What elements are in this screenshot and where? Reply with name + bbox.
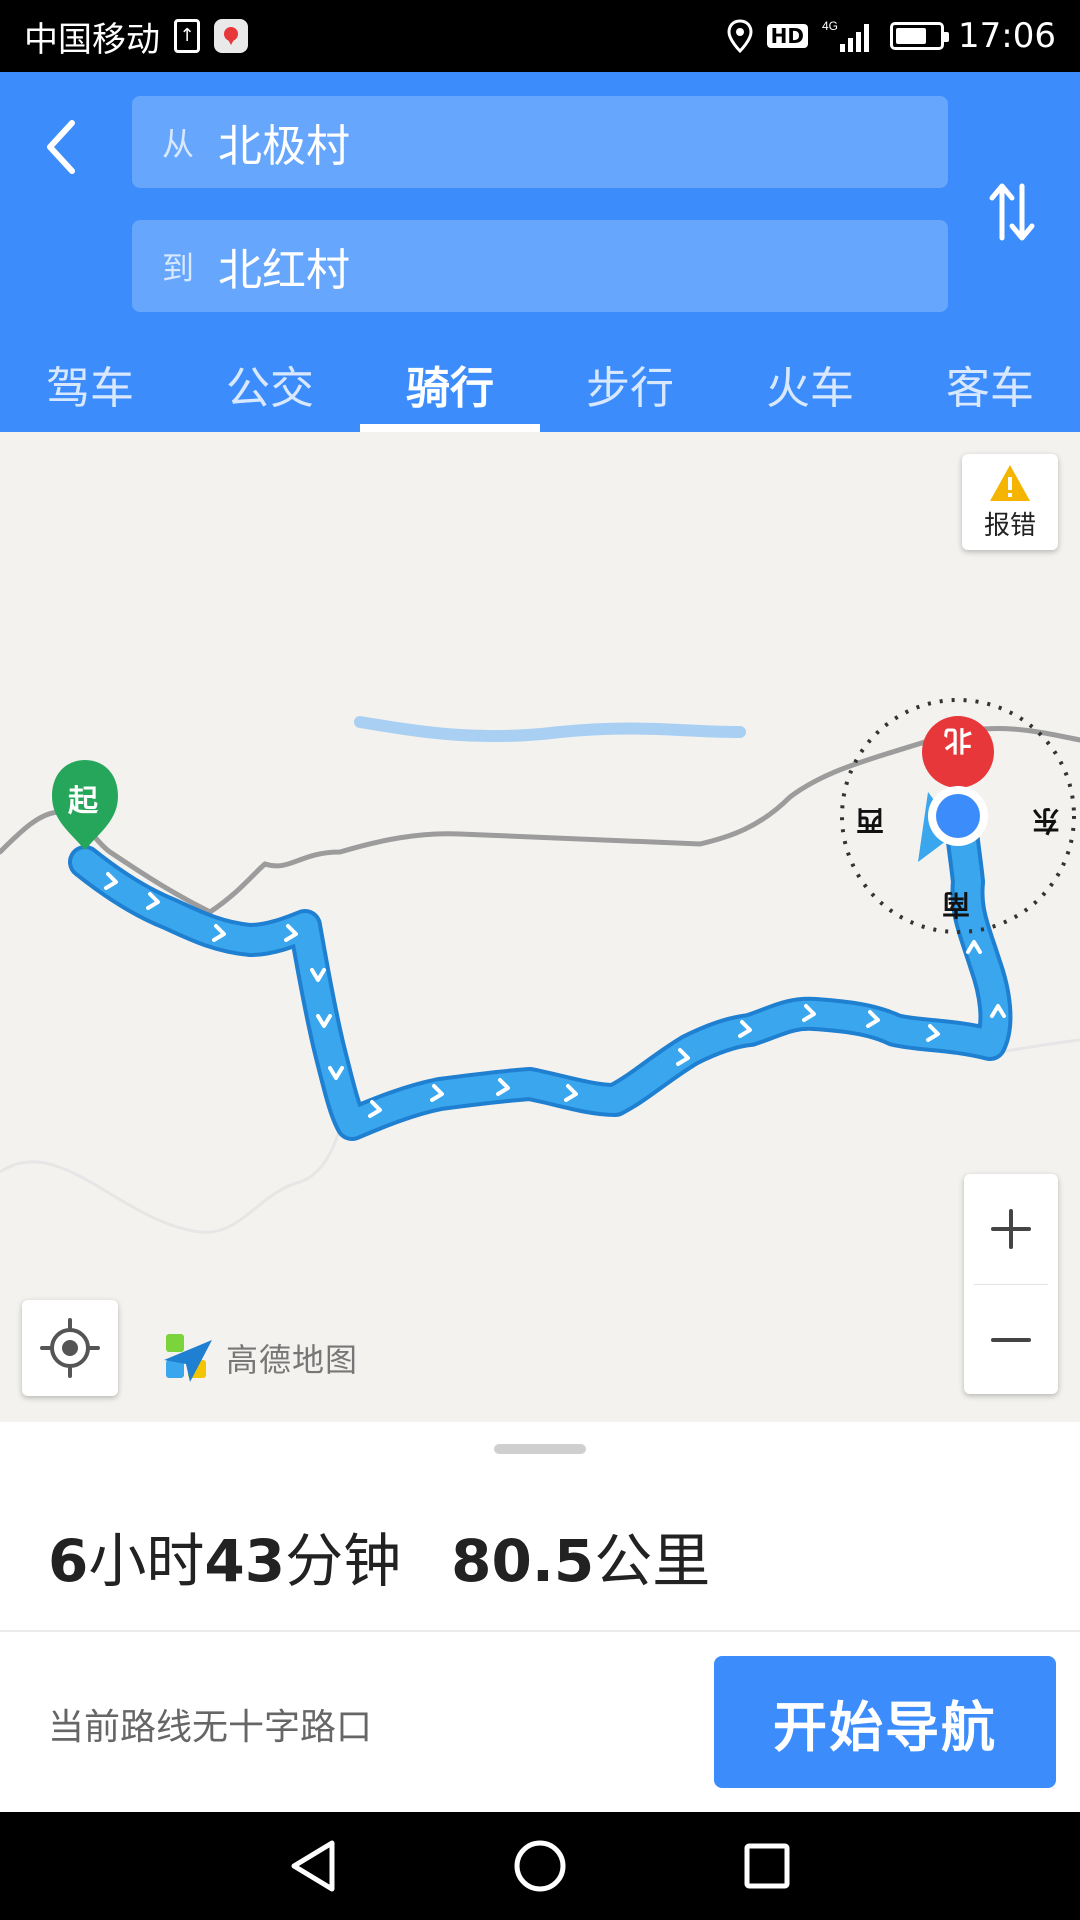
minus-icon (991, 1338, 1031, 1342)
warning-icon (990, 464, 1030, 501)
tab-drive[interactable]: 驾车 (0, 340, 180, 432)
route-map-layer (0, 698, 1080, 1234)
status-left: 中国移动 ↑ (24, 12, 248, 61)
origin-value: 北极村 (218, 121, 350, 172)
terrain-line (999, 1038, 1080, 1054)
amap-logo-icon (164, 1334, 212, 1382)
compass-south-label: 南 (942, 888, 971, 921)
start-navigation-button[interactable]: 开始导航 (714, 1656, 1056, 1788)
svg-text:4G: 4G (822, 19, 838, 33)
terrain-line (0, 1091, 352, 1234)
destination-field[interactable]: 到 北红村 (132, 220, 948, 312)
tab-coach[interactable]: 客车 (900, 340, 1080, 432)
tab-bus[interactable]: 公交 (180, 340, 360, 432)
status-bar: 中国移动 ↑ HD 4G 17:06 (0, 0, 1080, 72)
route-summary: 6小时43分钟 80.5公里 (48, 1514, 710, 1598)
duration-hours-unit: 小时 (88, 1527, 205, 1595)
circle-home-icon (514, 1840, 566, 1892)
back-button[interactable] (30, 112, 90, 182)
distance-unit: 公里 (594, 1527, 711, 1595)
crosshair-icon (40, 1318, 100, 1378)
amap-logo-text: 高德地图 (226, 1341, 359, 1379)
zoom-out-button[interactable] (964, 1285, 1058, 1395)
report-error-button[interactable]: 报错 (962, 454, 1058, 550)
road-line (0, 725, 1080, 915)
square-recents-icon (744, 1843, 790, 1889)
compass-west-label: 西 (856, 804, 885, 837)
location-icon (727, 19, 753, 53)
clock: 17:06 (958, 16, 1056, 56)
transport-mode-tabs: 驾车 公交 骑行 步行 火车 客车 (0, 340, 1080, 432)
tab-cycle[interactable]: 骑行 (360, 340, 540, 432)
duration-minutes: 43 (204, 1527, 286, 1595)
chevron-left-icon (47, 120, 75, 174)
system-nav-bar (0, 1812, 1080, 1920)
route-header: 从 北极村 到 北红村 驾车 公交 骑行 步行 火车 客车 (0, 72, 1080, 432)
origin-prefix: 从 (162, 125, 195, 163)
swap-icon (989, 183, 1035, 241)
tab-walk[interactable]: 步行 (540, 340, 720, 432)
compass-east-label: 东 (1032, 804, 1061, 837)
zoom-control (964, 1174, 1058, 1394)
map-app-notification-icon (214, 19, 248, 53)
amap-logo: 高德地图 (160, 1330, 358, 1386)
tab-train[interactable]: 火车 (720, 340, 900, 432)
route-note: 当前路线无十字路口 (48, 1707, 373, 1748)
distance-value: 80.5 (451, 1527, 595, 1595)
duration-minutes-unit: 分钟 (285, 1527, 402, 1595)
swap-route-button[interactable] (980, 172, 1044, 252)
carrier-label: 中国移动 (24, 19, 160, 60)
origin-field[interactable]: 从 北极村 (132, 96, 948, 188)
river-line (354, 716, 746, 743)
compass-north-label: 北 (944, 724, 973, 757)
status-right: HD 4G 17:06 (727, 16, 1056, 56)
map-view[interactable]: 北 东 南 西 起 报错 高德地图 (0, 432, 1080, 1422)
triangle-back-icon (291, 1840, 335, 1892)
sheet-drag-handle[interactable] (494, 1444, 586, 1454)
zoom-in-button[interactable] (964, 1174, 1058, 1284)
signal-icon: 4G (822, 18, 876, 54)
duration-hours: 6 (48, 1527, 89, 1595)
upload-notification-icon: ↑ (174, 19, 200, 53)
nav-recents-button[interactable] (727, 1826, 807, 1906)
destination-prefix: 到 (162, 249, 195, 287)
destination-value: 北红村 (218, 245, 350, 296)
start-marker-label: 起 (68, 784, 98, 819)
nav-home-button[interactable] (500, 1826, 580, 1906)
report-error-label: 报错 (983, 510, 1036, 541)
battery-icon (890, 22, 950, 50)
plus-icon (991, 1209, 1031, 1249)
hd-badge: HD (766, 24, 809, 48)
location-dot (936, 794, 980, 838)
sheet-divider (0, 1630, 1080, 1632)
my-location-button[interactable] (22, 1300, 118, 1396)
nav-back-button[interactable] (273, 1826, 353, 1906)
route-summary-sheet: 6小时43分钟 80.5公里 当前路线无十字路口 开始导航 (0, 1422, 1080, 1812)
